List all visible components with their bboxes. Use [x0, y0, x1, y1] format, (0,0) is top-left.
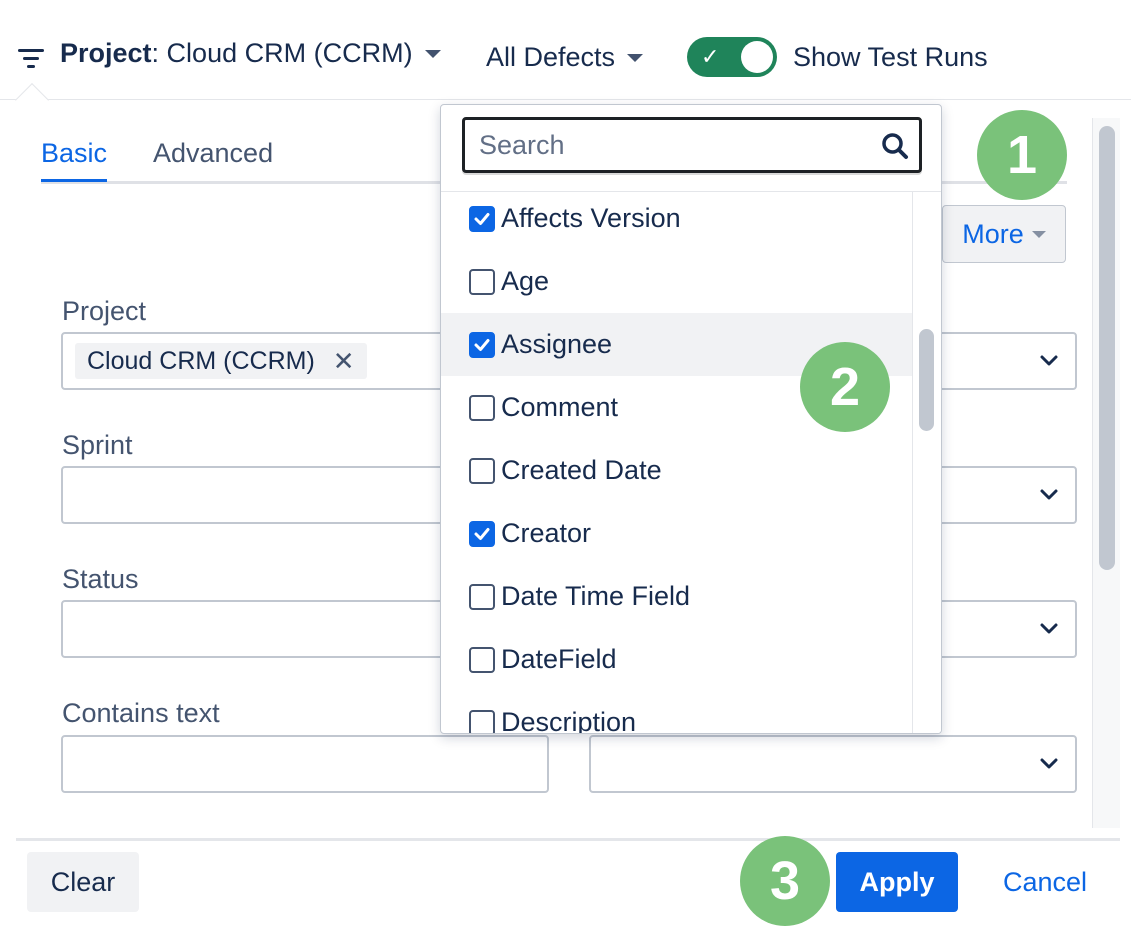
field-option[interactable]: Creator [441, 502, 913, 565]
more-button[interactable]: More [942, 205, 1066, 263]
project-chip: Cloud CRM (CCRM) ✕ [75, 343, 367, 379]
field-option-label: Description [501, 707, 637, 734]
step-badge-2: 2 [800, 342, 890, 432]
panel-scrollbar-thumb[interactable] [1099, 126, 1115, 570]
field-option-label: Comment [501, 392, 619, 422]
field-option[interactable]: Created Date [441, 439, 913, 502]
field-option-label: Affects Version [501, 203, 681, 233]
checkbox-icon[interactable] [469, 268, 495, 295]
tab-advanced[interactable]: Advanced [153, 138, 273, 179]
field-option-label: DateField [501, 644, 617, 674]
checkbox-checked-icon[interactable] [469, 205, 495, 232]
toggle-label: Show Test Runs [793, 42, 988, 72]
field-option-label: Date Time Field [501, 581, 691, 611]
chevron-down-icon [1040, 355, 1058, 366]
field-option-label: Creator [501, 518, 592, 548]
check-icon [474, 527, 490, 540]
project-selector[interactable]: Project : Cloud CRM (CCRM) [60, 38, 441, 69]
dropdown-scrollbar-thumb[interactable] [919, 329, 934, 431]
search-input[interactable] [477, 126, 867, 164]
checkbox-icon[interactable] [469, 457, 495, 484]
checkbox-icon[interactable] [469, 394, 495, 421]
chevron-down-icon [1040, 623, 1058, 634]
chevron-down-icon [1040, 758, 1058, 769]
field-option[interactable]: DateField [441, 628, 913, 691]
dropdown-scrollbar[interactable] [912, 192, 941, 733]
remove-icon[interactable]: ✕ [333, 346, 355, 377]
search-box [462, 117, 922, 173]
defects-selector[interactable]: All Defects [486, 42, 644, 73]
checkbox-icon[interactable] [469, 646, 495, 673]
show-test-runs-toggle[interactable]: ✓ [687, 37, 777, 77]
search-icon[interactable] [881, 132, 909, 160]
project-chip-label: Cloud CRM (CCRM) [87, 346, 315, 375]
checkbox-icon[interactable] [469, 709, 495, 733]
clear-button[interactable]: Clear [27, 852, 139, 912]
check-icon [474, 212, 490, 225]
field-option[interactable]: Affects Version [441, 192, 913, 250]
project-selector-value: : Cloud CRM (CCRM) [151, 38, 413, 68]
chevron-down-icon [1031, 230, 1046, 238]
tab-basic[interactable]: Basic [41, 138, 108, 182]
field-option-label: Created Date [501, 455, 662, 485]
sprint-field-label: Sprint [62, 430, 133, 460]
cancel-button[interactable]: Cancel [990, 852, 1100, 912]
checkbox-icon[interactable] [469, 583, 495, 610]
field-option-label: Age [501, 266, 550, 296]
chevron-down-icon [627, 53, 644, 62]
filter-icon[interactable] [16, 46, 46, 70]
field-option[interactable]: Age [441, 250, 913, 313]
field-option[interactable]: Description [441, 691, 913, 734]
filter-header: Project : Cloud CRM (CCRM) All Defects ✓… [0, 0, 1131, 100]
field-option-label: Assignee [501, 329, 613, 359]
checkbox-checked-icon[interactable] [469, 520, 495, 547]
defects-selector-label: All Defects [486, 42, 616, 72]
chevron-down-icon [424, 49, 441, 58]
check-icon [474, 338, 490, 351]
project-field-label: Project [62, 296, 147, 326]
step-badge-1: 1 [977, 110, 1067, 200]
right-select-4[interactable] [589, 735, 1077, 793]
field-options-list: Affects Version Age Assignee Comment Created… [441, 192, 913, 734]
footer-divider [16, 838, 1120, 841]
toggle-knob [741, 41, 773, 73]
status-field-label: Status [62, 564, 139, 594]
project-selector-label: Project [60, 38, 152, 68]
field-option[interactable]: Date Time Field [441, 565, 913, 628]
chevron-down-icon [1040, 489, 1058, 500]
apply-button[interactable]: Apply [836, 852, 958, 912]
checkbox-checked-icon[interactable] [469, 331, 495, 358]
check-icon: ✓ [701, 44, 720, 69]
step-badge-3: 3 [740, 836, 830, 926]
more-button-label: More [962, 218, 1024, 249]
contains-text-label: Contains text [62, 698, 220, 728]
contains-text-input[interactable] [61, 735, 549, 793]
